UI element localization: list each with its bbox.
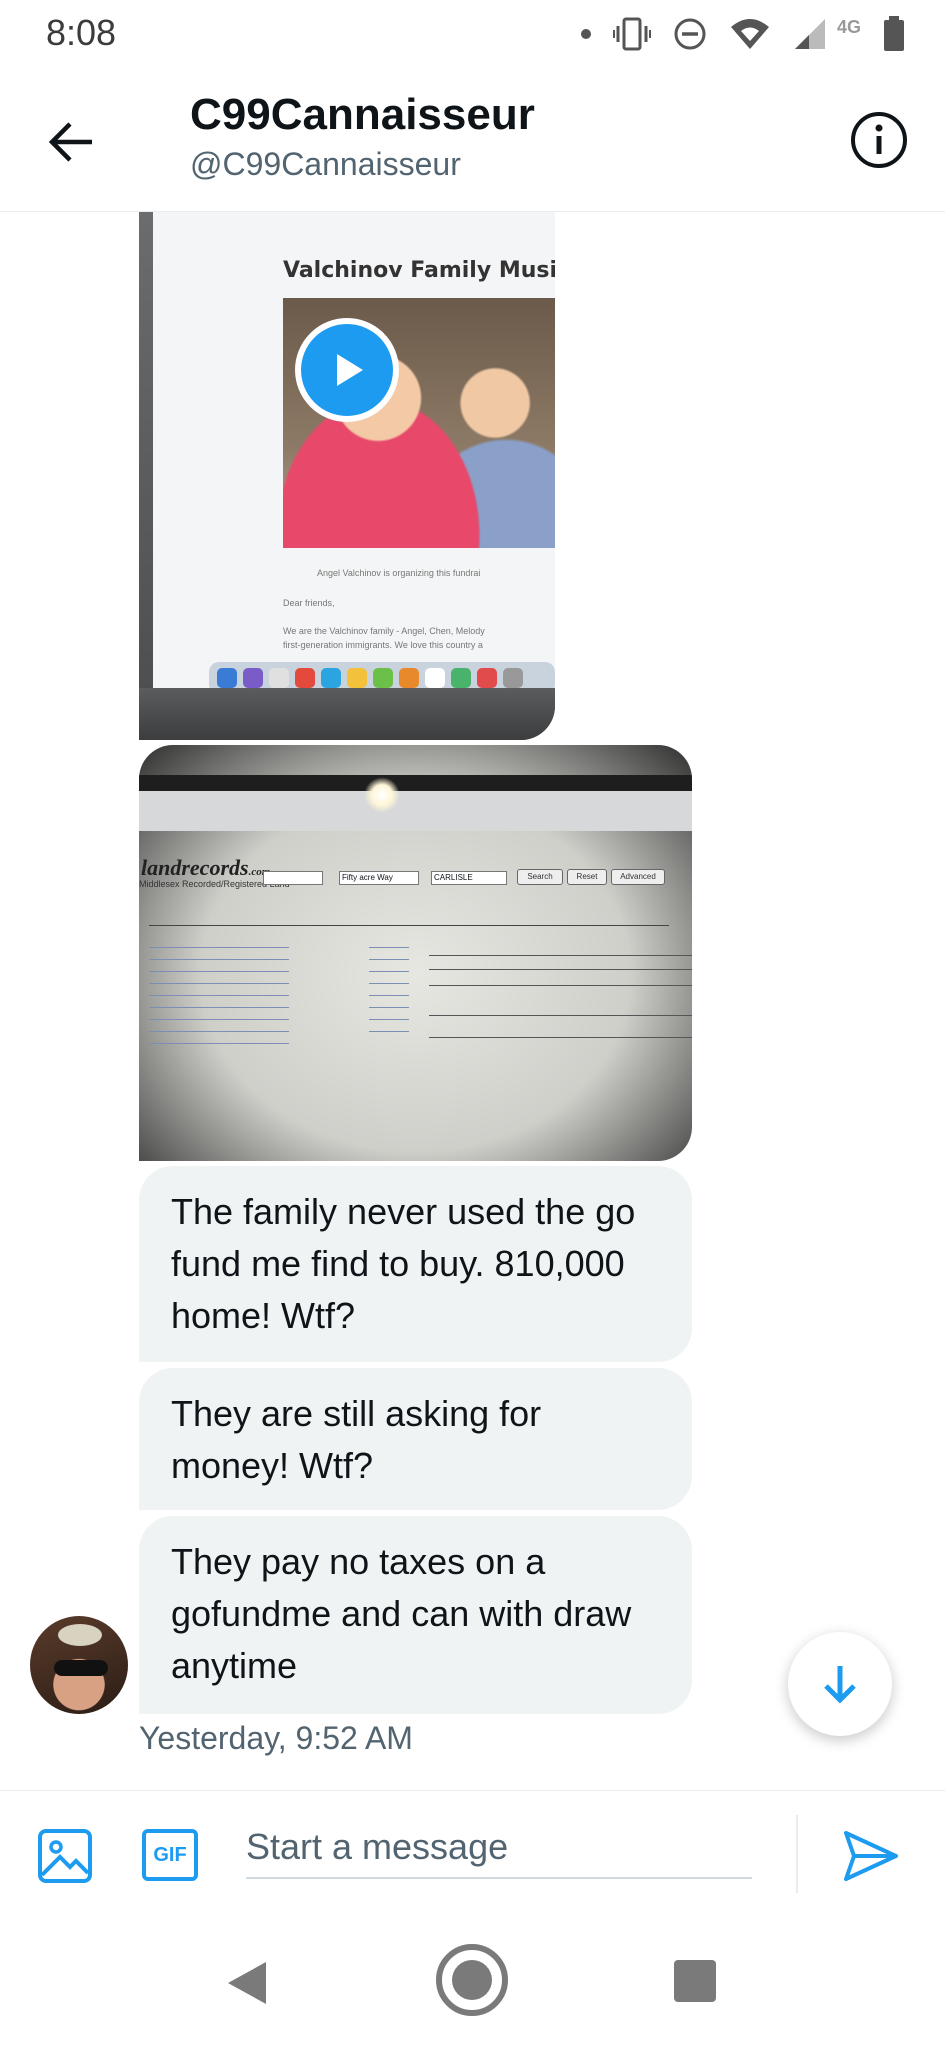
info-circle-icon — [851, 112, 907, 168]
browser-toolbar — [139, 791, 692, 831]
body-text-line-2: first-generation immigrants. We love thi… — [283, 640, 483, 650]
fundraiser-title: Valchinov Family Musicians — [283, 258, 555, 283]
play-icon — [337, 354, 363, 386]
conversation-header: C99Cannaisseur @C99Cannaisseur — [0, 66, 945, 212]
monitor-bezel — [139, 688, 555, 740]
play-button[interactable] — [295, 318, 399, 422]
arrow-left-icon — [48, 122, 92, 162]
gif-button[interactable]: GIF — [142, 1829, 198, 1881]
network-type-label: 4G — [836, 16, 861, 37]
nav-recents-button[interactable] — [674, 1960, 716, 2002]
search-btn-photo: Search — [517, 869, 563, 885]
message-bubble[interactable]: They pay no taxes on a gofundme and can … — [139, 1516, 692, 1714]
home-circle-icon — [436, 1944, 508, 2016]
street-number-field — [263, 871, 323, 885]
site-name: landrecords — [141, 855, 249, 880]
reset-btn-photo: Reset — [567, 869, 607, 885]
body-text-line-1: We are the Valchinov family - Angel, Che… — [283, 626, 485, 636]
signal-icon — [794, 19, 825, 49]
info-button[interactable] — [849, 110, 909, 170]
monitor-screen-photo: Valchinov Family Musicians Angel Valchin… — [153, 212, 555, 694]
video-attachment[interactable]: Valchinov Family Musicians Angel Valchin… — [139, 212, 555, 740]
scroll-to-bottom-button[interactable] — [788, 1632, 892, 1736]
avatar-glasses — [54, 1660, 108, 1676]
add-media-button[interactable] — [36, 1827, 94, 1885]
status-time: 8:08 — [46, 12, 117, 53]
organizer-text: Angel Valchinov is organizing this fundr… — [317, 568, 481, 578]
message-input[interactable] — [246, 1817, 752, 1879]
nav-back-button[interactable] — [222, 1958, 270, 2008]
greeting-text: Dear friends, — [283, 598, 335, 608]
notification-dot-icon — [580, 29, 591, 39]
triangle-back-icon — [228, 1962, 266, 2004]
vibrate-icon — [612, 17, 651, 51]
message-bubble[interactable]: The family never used the go fund me fin… — [139, 1166, 692, 1362]
message-list[interactable]: Valchinov Family Musicians Angel Valchin… — [0, 212, 945, 1790]
image-attachment[interactable]: landrecords.com Middlesex Recorded/Regis… — [139, 745, 692, 1161]
back-button[interactable] — [44, 114, 100, 170]
advanced-btn-photo: Advanced — [611, 869, 665, 885]
menu-bar — [139, 775, 692, 791]
street-name-field: Fifty acre Way — [339, 871, 419, 885]
conversation-handle[interactable]: @C99Cannaisseur — [190, 146, 461, 183]
send-icon — [844, 1831, 898, 1881]
wifi-icon — [730, 19, 769, 49]
sender-avatar[interactable] — [30, 1616, 128, 1714]
nav-home-button[interactable] — [434, 1942, 510, 2018]
arrow-down-icon — [824, 1666, 856, 1704]
status-bar: 8:08 4G — [0, 0, 945, 66]
composer-divider — [796, 1815, 798, 1893]
town-field: CARLISLE — [431, 871, 507, 885]
message-composer: GIF — [0, 1790, 945, 1918]
battery-icon — [884, 16, 904, 51]
message-timestamp: Yesterday, 9:52 AM — [139, 1720, 413, 1756]
send-button[interactable] — [840, 1825, 902, 1887]
image-icon — [38, 1829, 92, 1883]
records-table — [139, 925, 692, 1065]
status-icons: 4G — [580, 14, 905, 54]
do-not-disturb-icon — [674, 18, 706, 50]
site-logo: landrecords.com — [141, 855, 270, 881]
avatar-cap — [58, 1624, 102, 1646]
conversation-title[interactable]: C99Cannaisseur — [190, 90, 535, 140]
light-glare — [364, 777, 400, 813]
message-bubble[interactable]: They are still asking for money! Wtf? — [139, 1368, 692, 1510]
system-navigation-bar — [0, 1918, 945, 2048]
